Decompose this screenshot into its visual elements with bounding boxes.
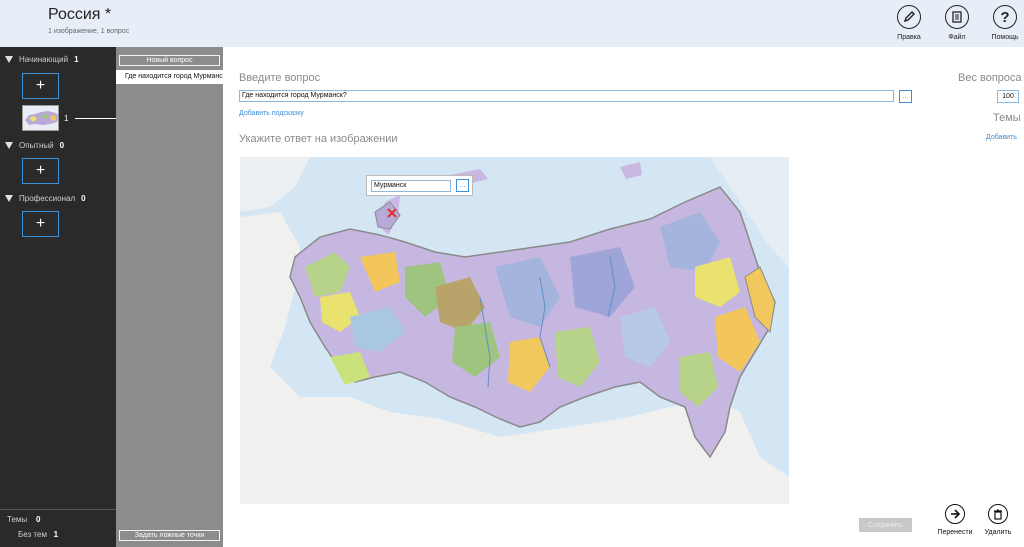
weight-input[interactable]: 100: [997, 90, 1019, 103]
pencil-icon: [897, 5, 921, 29]
page-subtitle: 1 изображение, 1 вопрос: [48, 28, 130, 35]
weight-label: Вес вопроса: [958, 72, 1022, 84]
ellipsis-icon: ...: [459, 182, 466, 189]
level-count: 1: [74, 55, 79, 64]
plus-icon: +: [35, 215, 46, 232]
level-experienced-header[interactable]: Опытный 0: [5, 141, 64, 150]
move-button-label: Перенести: [937, 529, 973, 536]
map-drawing: [240, 157, 789, 504]
topics-footer: Темы 0 Без тем 1: [0, 509, 116, 547]
collapse-triangle-icon: [5, 142, 13, 149]
topics-row[interactable]: Темы 0: [7, 515, 40, 524]
topics-label: Темы: [993, 112, 1021, 124]
new-question-button[interactable]: Новый вопрос: [119, 55, 220, 66]
help-icon: ?: [993, 5, 1017, 29]
move-button[interactable]: Перенести: [935, 504, 975, 536]
file-icon: [945, 5, 969, 29]
untagged-row[interactable]: Без тем 1: [18, 530, 58, 539]
set-false-points-button[interactable]: Задать ложные точки: [119, 530, 220, 541]
question-input[interactable]: Где находится город Мурманск?: [239, 90, 894, 102]
answer-label: Укажите ответ на изображении: [239, 133, 398, 145]
delete-button-label: Удалить: [984, 529, 1012, 536]
question-list-item[interactable]: Где находится город Мурманск?: [116, 70, 223, 84]
plus-icon: +: [35, 162, 46, 179]
answer-input[interactable]: Мурманск: [371, 180, 451, 192]
untagged-label: Без тем: [18, 530, 47, 539]
edit-button-label: Правка: [897, 34, 921, 41]
russia-map-image[interactable]: [240, 157, 789, 504]
question-options-button[interactable]: ...: [899, 90, 912, 103]
file-button[interactable]: Файл: [940, 5, 974, 41]
ellipsis-icon: ...: [902, 93, 909, 100]
file-button-label: Файл: [948, 34, 966, 41]
answer-options-button[interactable]: ...: [456, 179, 469, 192]
edit-button[interactable]: Правка: [892, 5, 926, 41]
app-window: Россия * 1 изображение, 1 вопрос Правка …: [0, 0, 1024, 547]
level-name: Начинающий: [19, 55, 69, 64]
delete-button[interactable]: Удалить: [978, 504, 1018, 536]
levels-sidebar: Начинающий 1 + 1 Опытный 0 + Профессиона…: [0, 47, 116, 547]
topics-label: Темы: [7, 515, 28, 524]
add-image-button-professional[interactable]: +: [22, 211, 59, 237]
thumbnail-number: 1: [64, 114, 69, 123]
level-count: 0: [81, 194, 86, 203]
untagged-count: 1: [53, 530, 59, 539]
level-name: Профессионал: [19, 194, 76, 203]
collapse-triangle-icon: [5, 195, 13, 202]
level-beginner-header[interactable]: Начинающий 1: [5, 55, 79, 64]
trash-icon: [988, 504, 1008, 524]
level-professional-header[interactable]: Профессионал 0: [5, 194, 86, 203]
level-count: 0: [59, 141, 65, 150]
arrow-right-icon: [945, 504, 965, 524]
question-label: Введите вопрос: [239, 72, 321, 84]
thumbnail-connector: [75, 118, 116, 119]
collapse-triangle-icon: [5, 56, 13, 63]
add-hint-link[interactable]: Добавить подсказку: [239, 110, 304, 117]
add-image-button-beginner[interactable]: +: [22, 73, 59, 99]
page-title: Россия *: [48, 6, 112, 23]
add-image-button-experienced[interactable]: +: [22, 158, 59, 184]
plus-icon: +: [35, 77, 46, 94]
help-button-label: Помощь: [991, 34, 1019, 41]
help-button[interactable]: ? Помощь: [988, 5, 1022, 41]
header-bar: Россия * 1 изображение, 1 вопрос Правка …: [0, 0, 1024, 47]
add-topic-link[interactable]: Добавить: [986, 134, 1017, 141]
questions-column: Новый вопрос Где находится город Мурманс…: [116, 47, 223, 547]
save-button[interactable]: Сохранить: [859, 518, 912, 532]
answer-popup: Мурманск ...: [366, 175, 473, 196]
image-thumbnail[interactable]: [22, 105, 59, 131]
level-name: Опытный: [19, 141, 54, 150]
topics-count: 0: [36, 515, 41, 524]
